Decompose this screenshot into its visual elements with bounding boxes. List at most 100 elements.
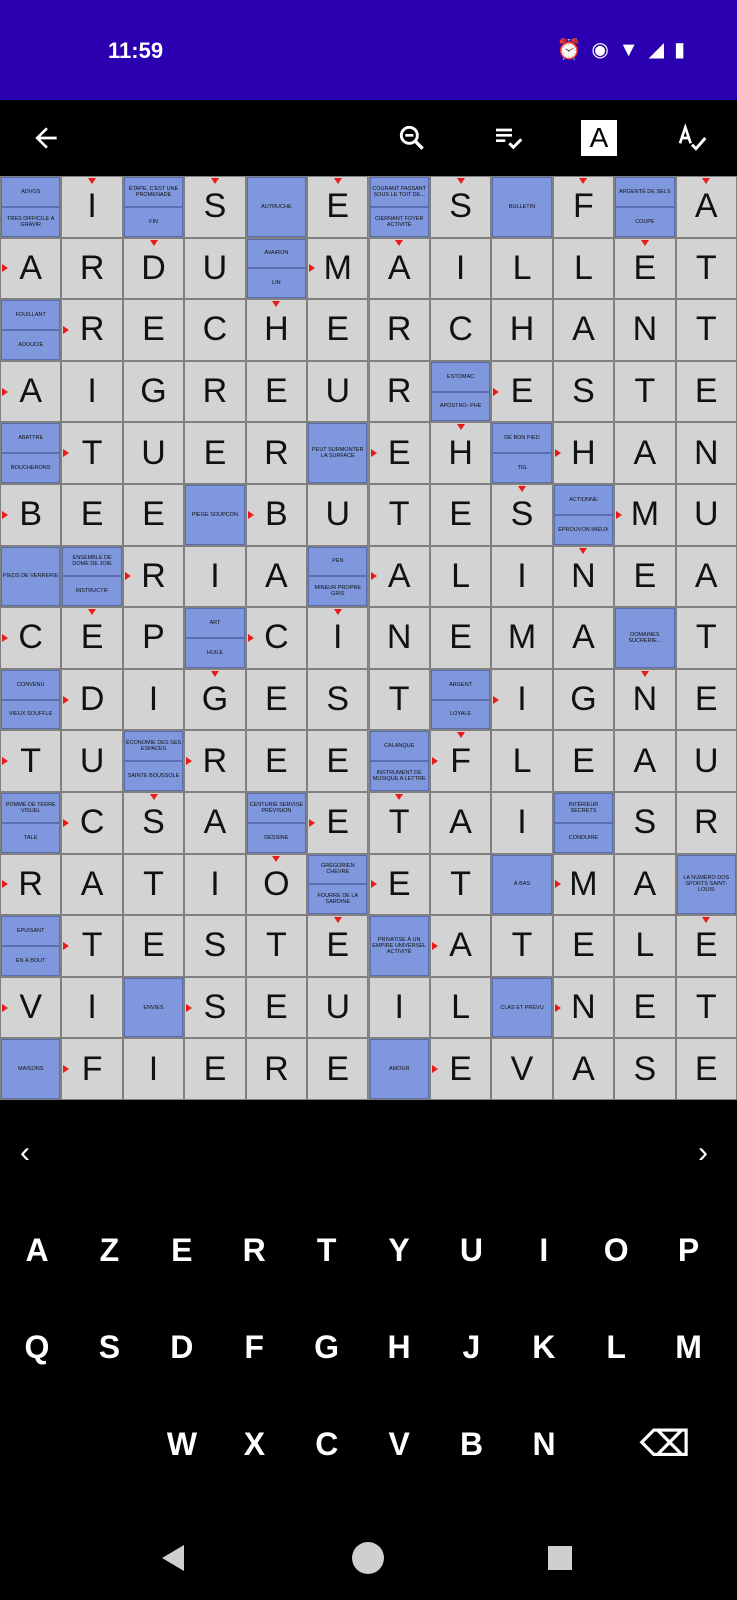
letter-box-button[interactable]: A xyxy=(575,114,623,162)
letter-cell[interactable]: E xyxy=(245,360,308,423)
letter-cell[interactable]: T xyxy=(368,668,430,731)
letter-cell[interactable]: E xyxy=(552,730,615,792)
letter-cell[interactable]: A xyxy=(552,607,615,669)
key-l[interactable]: L xyxy=(586,1317,646,1377)
backspace-key[interactable]: ⌫ xyxy=(635,1414,695,1474)
letter-cell[interactable]: S xyxy=(184,976,246,1039)
spell-check-button[interactable] xyxy=(668,114,716,162)
letter-cell[interactable]: L xyxy=(552,237,615,300)
letter-cell[interactable]: O xyxy=(245,853,308,916)
letter-cell[interactable]: E xyxy=(429,607,492,669)
key-x[interactable]: X xyxy=(224,1414,284,1474)
key-a[interactable]: A xyxy=(7,1220,67,1280)
letter-cell[interactable]: I xyxy=(429,237,492,300)
letter-cell[interactable]: T xyxy=(368,792,430,854)
letter-cell[interactable]: R xyxy=(675,792,737,854)
letter-cell[interactable]: E xyxy=(184,1038,246,1100)
letter-cell[interactable]: E xyxy=(614,976,676,1039)
key-d[interactable]: D xyxy=(152,1317,212,1377)
letter-cell[interactable]: E xyxy=(307,792,369,854)
letter-cell[interactable]: I xyxy=(491,545,553,608)
letter-cell[interactable]: F xyxy=(429,730,492,792)
letter-cell[interactable]: I xyxy=(184,545,246,608)
letter-cell[interactable]: E xyxy=(368,422,430,484)
letter-cell[interactable]: D xyxy=(122,237,185,300)
letter-cell[interactable]: U xyxy=(307,484,369,546)
letter-cell[interactable]: L xyxy=(614,915,676,977)
letter-cell[interactable]: U xyxy=(122,422,185,484)
letter-cell[interactable]: N xyxy=(614,299,676,361)
letter-cell[interactable]: A xyxy=(614,853,676,916)
letter-cell[interactable]: I xyxy=(368,976,430,1039)
letter-cell[interactable]: D xyxy=(61,668,123,731)
key-g[interactable]: G xyxy=(297,1317,357,1377)
letter-cell[interactable]: E xyxy=(675,915,737,977)
letter-cell[interactable]: R xyxy=(245,422,308,484)
letter-cell[interactable]: I xyxy=(307,607,369,669)
key-w[interactable]: W xyxy=(152,1414,212,1474)
letter-cell[interactable]: I xyxy=(122,668,185,731)
letter-cell[interactable]: I xyxy=(61,360,123,423)
check-list-button[interactable] xyxy=(484,114,532,162)
key-e[interactable]: E xyxy=(152,1220,212,1280)
letter-cell[interactable]: I xyxy=(491,792,553,854)
letter-cell[interactable]: E xyxy=(307,299,369,361)
letter-cell[interactable]: N xyxy=(368,607,430,669)
letter-cell[interactable]: R xyxy=(61,299,123,361)
letter-cell[interactable]: M xyxy=(614,484,676,546)
letter-cell[interactable]: V xyxy=(0,976,62,1039)
letter-cell[interactable]: E xyxy=(675,668,737,731)
letter-cell[interactable]: E xyxy=(429,1038,492,1100)
letter-cell[interactable]: T xyxy=(122,853,185,916)
letter-cell[interactable]: C xyxy=(429,299,492,361)
key-c[interactable]: C xyxy=(297,1414,357,1474)
letter-cell[interactable]: H xyxy=(552,422,615,484)
key-p[interactable]: P xyxy=(659,1220,719,1280)
key-u[interactable]: U xyxy=(441,1220,501,1280)
letter-cell[interactable]: L xyxy=(429,976,492,1039)
letter-cell[interactable]: A xyxy=(0,237,62,300)
letter-cell[interactable]: N xyxy=(675,422,737,484)
letter-cell[interactable]: F xyxy=(552,176,615,238)
prev-clue-button[interactable]: ‹ xyxy=(20,1136,30,1170)
letter-cell[interactable]: R xyxy=(122,545,185,608)
letter-cell[interactable]: L xyxy=(491,730,553,792)
letter-cell[interactable]: A xyxy=(675,545,737,608)
key-t[interactable]: T xyxy=(297,1220,357,1280)
letter-cell[interactable]: U xyxy=(61,730,123,792)
letter-cell[interactable]: T xyxy=(675,607,737,669)
letter-cell[interactable]: S xyxy=(614,1038,676,1100)
letter-cell[interactable]: A xyxy=(245,545,308,608)
letter-cell[interactable]: E xyxy=(307,730,369,792)
letter-cell[interactable]: B xyxy=(0,484,62,546)
letter-cell[interactable]: N xyxy=(552,545,615,608)
letter-cell[interactable]: E xyxy=(245,976,308,1039)
letter-cell[interactable]: S xyxy=(614,792,676,854)
letter-cell[interactable]: T xyxy=(614,360,676,423)
letter-cell[interactable]: A xyxy=(61,853,123,916)
letter-cell[interactable]: A xyxy=(368,237,430,300)
letter-cell[interactable]: R xyxy=(245,1038,308,1100)
letter-cell[interactable]: I xyxy=(61,976,123,1039)
letter-cell[interactable]: C xyxy=(184,299,246,361)
letter-cell[interactable]: G xyxy=(552,668,615,731)
letter-cell[interactable]: R xyxy=(61,237,123,300)
letter-cell[interactable]: T xyxy=(675,299,737,361)
letter-cell[interactable]: E xyxy=(307,176,369,238)
key-b[interactable]: B xyxy=(442,1414,502,1474)
letter-cell[interactable]: M xyxy=(307,237,369,300)
letter-cell[interactable]: E xyxy=(552,915,615,977)
letter-cell[interactable]: H xyxy=(245,299,308,361)
letter-cell[interactable]: U xyxy=(675,484,737,546)
letter-cell[interactable]: E xyxy=(61,484,123,546)
letter-cell[interactable]: I xyxy=(491,668,553,731)
letter-cell[interactable]: G xyxy=(184,668,246,731)
letter-cell[interactable]: A xyxy=(614,730,676,792)
letter-cell[interactable]: S xyxy=(184,915,246,977)
key-s[interactable]: S xyxy=(79,1317,139,1377)
letter-cell[interactable]: P xyxy=(122,607,185,669)
letter-cell[interactable]: E xyxy=(122,915,185,977)
letter-cell[interactable]: N xyxy=(614,668,676,731)
letter-cell[interactable]: G xyxy=(122,360,185,423)
letter-cell[interactable]: T xyxy=(368,484,430,546)
